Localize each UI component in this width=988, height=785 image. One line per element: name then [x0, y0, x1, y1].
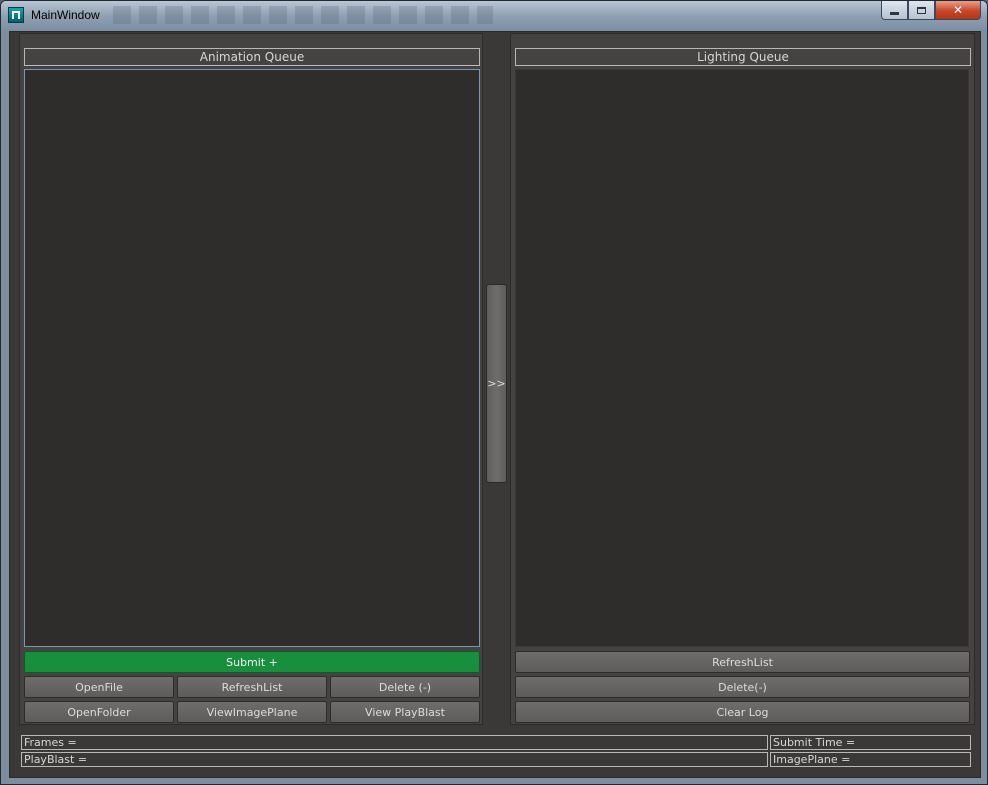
- lighting-refresh-list-button[interactable]: RefreshList: [515, 651, 970, 673]
- maximize-icon: [917, 6, 926, 14]
- animation-queue-panel: Animation Queue Submit + OpenFile Refres…: [19, 33, 483, 725]
- window-title: MainWindow: [31, 8, 100, 22]
- maya-app-icon: [8, 7, 24, 23]
- open-file-button[interactable]: OpenFile: [24, 676, 174, 698]
- minimize-icon: [890, 11, 899, 15]
- open-folder-button[interactable]: OpenFolder: [24, 701, 174, 723]
- playblast-field: PlayBlast =: [21, 752, 768, 767]
- view-playblast-button[interactable]: View PlayBlast: [330, 701, 480, 723]
- view-image-plane-button[interactable]: ViewImagePlane: [177, 701, 327, 723]
- frames-field: Frames =: [21, 735, 768, 750]
- submit-time-field: Submit Time =: [770, 735, 971, 750]
- animation-queue-list[interactable]: [24, 69, 480, 647]
- lighting-queue-list[interactable]: [515, 69, 969, 647]
- close-icon: ✕: [952, 3, 964, 17]
- delete-button[interactable]: Delete (-): [330, 676, 480, 698]
- title-bar[interactable]: MainWindow ✕: [1, 1, 987, 31]
- main-window: MainWindow ✕ Animation Queue Submit + Op…: [0, 0, 988, 785]
- lighting-delete-button[interactable]: Delete(-): [515, 676, 970, 698]
- minimize-button[interactable]: [881, 1, 908, 20]
- submit-button[interactable]: Submit +: [24, 651, 480, 673]
- animation-queue-header: Animation Queue: [24, 48, 480, 66]
- imageplane-field: ImagePlane =: [770, 752, 971, 767]
- client-area: Animation Queue Submit + OpenFile Refres…: [9, 31, 981, 778]
- background-toolbar-ghost: [113, 6, 493, 24]
- status-area: Frames = Submit Time = PlayBlast = Image…: [19, 731, 974, 771]
- lighting-queue-header: Lighting Queue: [515, 48, 971, 66]
- refresh-list-button[interactable]: RefreshList: [177, 676, 327, 698]
- window-controls: ✕: [881, 1, 981, 21]
- close-button[interactable]: ✕: [935, 1, 981, 20]
- lighting-queue-panel: Lighting Queue RefreshList Delete(-) Cle…: [510, 33, 975, 725]
- transfer-to-lighting-button[interactable]: >>: [486, 284, 507, 483]
- maximize-button[interactable]: [908, 1, 935, 20]
- clear-log-button[interactable]: Clear Log: [515, 701, 970, 723]
